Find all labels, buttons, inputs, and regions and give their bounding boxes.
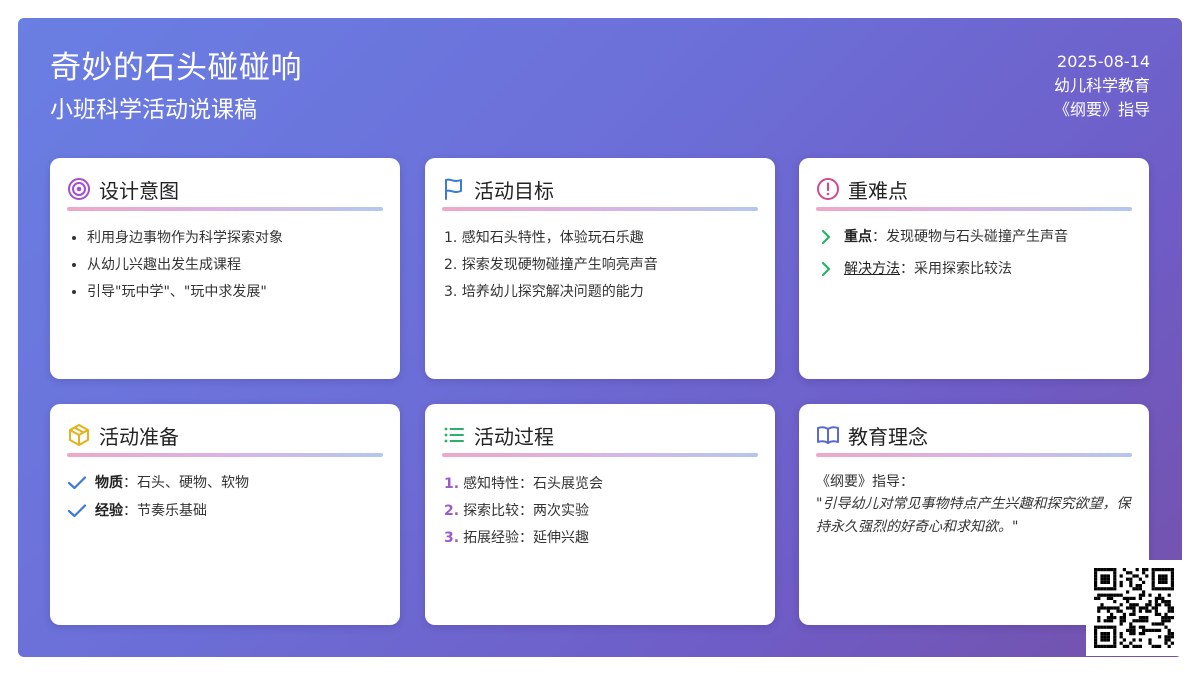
list-item: 3. 拓展经验：延伸兴趣 [442, 525, 758, 552]
list-item: 2. 探索发现硬物碰撞产生响亮声音 [444, 257, 658, 273]
material-text: ：石头、硬物、软物 [123, 475, 249, 491]
card-body: 重点：发现硬物与石头碰撞产生声音 解决方法：采用探索比较法 [816, 225, 1132, 281]
experience-label: 经验 [95, 503, 123, 519]
list-item: 2. 探索比较：两次实验 [442, 498, 758, 525]
card-title: 设计意图 [99, 178, 179, 203]
book-icon [816, 423, 840, 447]
card-body: 利用身边事物作为科学探索对象 从幼儿兴趣出发生成课程 引导"玩中学"、"玩中求发… [67, 225, 383, 306]
solution-text: ：采用探索比较法 [900, 261, 1012, 277]
card-title: 活动过程 [474, 424, 554, 449]
qr-code-image [1094, 568, 1174, 648]
solution-row: 解决方法：采用探索比较法 [816, 257, 1132, 281]
box-icon [67, 423, 91, 447]
title-underline [67, 207, 383, 211]
list-icon [442, 423, 466, 447]
card-title: 活动准备 [99, 424, 179, 449]
card-body: 物质：石头、硬物、软物 经验：节奏乐基础 [67, 471, 383, 523]
card-header: 重难点 [816, 174, 1132, 204]
chevron-right-icon [816, 259, 836, 279]
card-header: 活动过程 [442, 420, 758, 450]
experience-text: ：节奏乐基础 [123, 503, 207, 519]
slide-frame: 奇妙的石头碰碰响 小班科学活动说课稿 2025-08-14 幼儿科学教育 《纲要… [18, 18, 1182, 657]
list-item: 1. 感知石头特性，体验玩石乐趣 [444, 230, 644, 246]
card-header: 活动准备 [67, 420, 383, 450]
title-underline [67, 453, 383, 457]
material-row: 物质：石头、硬物、软物 [67, 471, 383, 495]
list-item: 3. 培养幼儿探究解决问题的能力 [444, 284, 644, 300]
list-item: 1. 感知特性：石头展览会 [442, 471, 758, 498]
step-text: 拓展经验：延伸兴趣 [463, 530, 590, 546]
experience-row: 经验：节奏乐基础 [67, 499, 383, 523]
title-underline [442, 207, 758, 211]
check-icon [67, 473, 87, 493]
card-header: 教育理念 [816, 420, 1132, 450]
category-label: 幼儿科学教育 [1053, 76, 1150, 95]
title-underline [442, 453, 758, 457]
title-underline [816, 207, 1132, 211]
card-header: 设计意图 [67, 174, 383, 204]
qr-code [1086, 560, 1182, 656]
guide-label: 《纲要》指导 [1053, 100, 1150, 119]
header: 奇妙的石头碰碰响 小班科学活动说课稿 2025-08-14 幼儿科学教育 《纲要… [50, 48, 1150, 148]
card-header: 活动目标 [442, 174, 758, 204]
card-body: 1. 感知石头特性，体验玩石乐趣 2. 探索发现硬物碰撞产生响亮声音 3. 培养… [442, 225, 758, 306]
card-activity-process: 活动过程 1. 感知特性：石头展览会 2. 探索比较：两次实验 3. 拓展经验：延伸兴… [425, 404, 775, 625]
date-label: 2025-08-14 [1057, 52, 1150, 71]
list-item: 利用身边事物作为科学探索对象 [87, 225, 383, 252]
target-icon [67, 177, 91, 201]
check-icon [67, 501, 87, 521]
key-point-row: 重点：发现硬物与石头碰撞产生声音 [816, 225, 1132, 249]
step-text: 探索比较：两次实验 [463, 503, 590, 519]
step-number: 1. [444, 476, 460, 492]
material-label: 物质 [95, 475, 123, 491]
alert-circle-icon [816, 177, 840, 201]
title-underline [816, 453, 1132, 457]
list-item: 从幼儿兴趣出发生成课程 [87, 252, 383, 279]
key-label: 重点 [844, 229, 872, 245]
philosophy-intro: 《纲要》指导： [816, 474, 914, 490]
flag-icon [442, 177, 466, 201]
step-number: 3. [444, 530, 460, 546]
list-item: 引导"玩中学"、"玩中求发展" [87, 279, 383, 306]
chevron-right-icon [816, 227, 836, 247]
card-activity-prep: 活动准备 物质：石头、硬物、软物 经验：节奏乐基础 [50, 404, 400, 625]
card-design-intent: 设计意图 利用身边事物作为科学探索对象 从幼儿兴趣出发生成课程 引导"玩中学"、… [50, 158, 400, 379]
card-title: 重难点 [848, 178, 908, 203]
card-body: 《纲要》指导： "引导幼儿对常见事物特点产生兴趣和探究欲望，保持永久强烈的好奇心… [816, 471, 1132, 539]
page-subtitle: 小班科学活动说课稿 [50, 97, 257, 123]
card-title: 教育理念 [848, 424, 928, 449]
philosophy-quote: "引导幼儿对常见事物特点产生兴趣和探究欲望，保持永久强烈的好奇心和求知欲。" [816, 496, 1131, 535]
card-key-points: 重难点 重点：发现硬物与石头碰撞产生声音 解决方法：采用探索比较法 [799, 158, 1149, 379]
page-title: 奇妙的石头碰碰响 [50, 50, 302, 86]
step-text: 感知特性：石头展览会 [463, 476, 604, 492]
card-title: 活动目标 [474, 178, 554, 203]
step-number: 2. [444, 503, 460, 519]
header-meta: 2025-08-14 幼儿科学教育 《纲要》指导 [1054, 50, 1150, 122]
key-text: ：发现硬物与石头碰撞产生声音 [872, 229, 1068, 245]
solution-label: 解决方法 [844, 261, 900, 277]
card-activity-goals: 活动目标 1. 感知石头特性，体验玩石乐趣 2. 探索发现硬物碰撞产生响亮声音 … [425, 158, 775, 379]
card-body: 1. 感知特性：石头展览会 2. 探索比较：两次实验 3. 拓展经验：延伸兴趣 [442, 471, 758, 552]
